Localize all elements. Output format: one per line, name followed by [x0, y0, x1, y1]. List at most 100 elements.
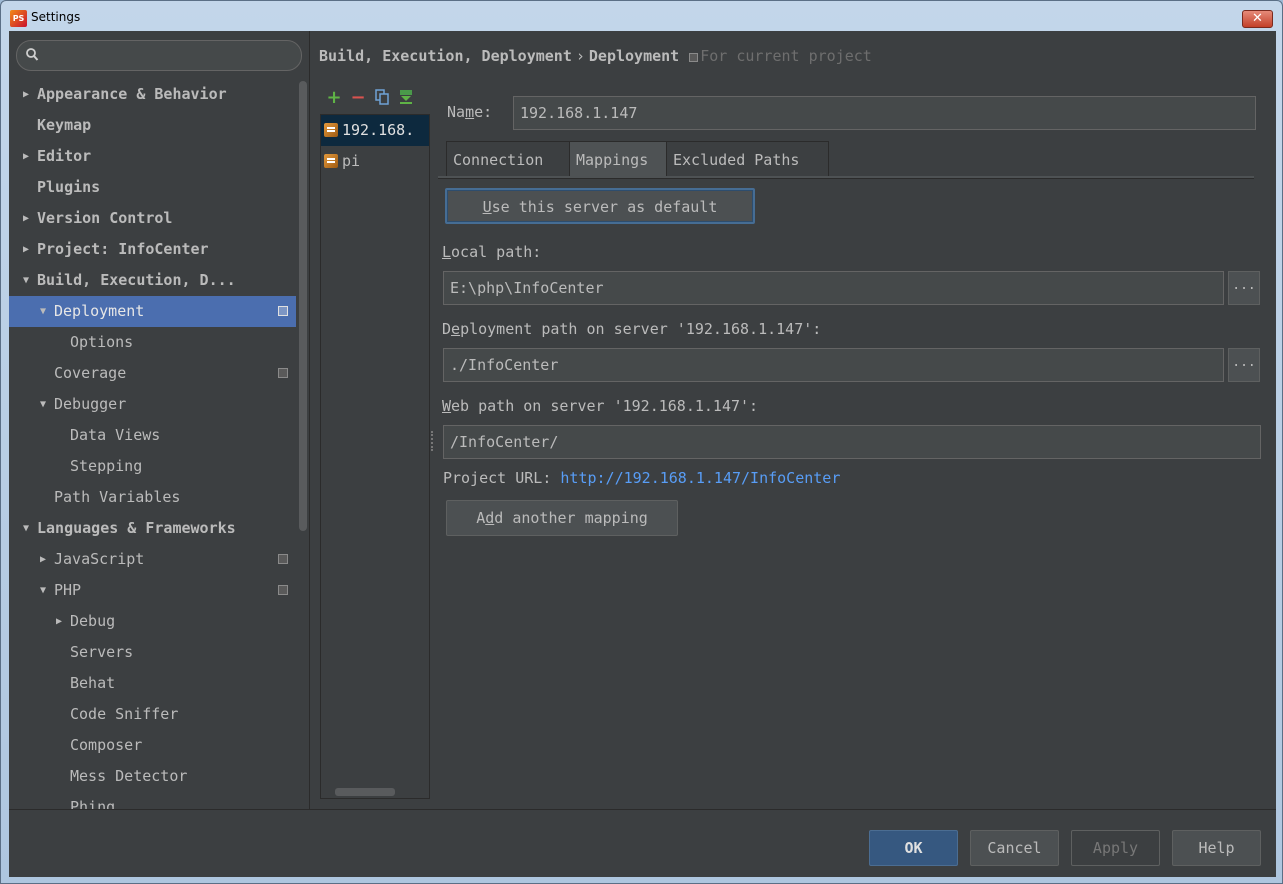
add-another-mapping-button[interactable]: Add another mapping: [446, 500, 678, 536]
sidebar-item-php[interactable]: ▼ PHP: [9, 575, 296, 606]
close-button[interactable]: ✕: [1242, 10, 1273, 28]
sidebar-item-label: Appearance & Behavior: [37, 85, 227, 103]
expand-arrow-right-icon[interactable]: ▶: [40, 544, 46, 575]
local-path-label: Local path:: [442, 243, 542, 261]
expand-arrow-right-icon[interactable]: ▶: [23, 141, 29, 172]
sidebar-item-version-control[interactable]: ▶ Version Control: [9, 203, 296, 234]
sidebar-item-label: Options: [70, 333, 134, 351]
sidebar-item-composer[interactable]: Composer: [9, 730, 296, 761]
sidebar-item-debugger[interactable]: ▼ Debugger: [9, 389, 296, 420]
sidebar-scrollbar-thumb[interactable]: [299, 81, 307, 531]
sidebar-item-mess-detector[interactable]: Mess Detector: [9, 761, 296, 792]
cancel-button[interactable]: Cancel: [970, 830, 1059, 866]
deployment-path-browse-button[interactable]: ...: [1228, 348, 1260, 382]
project-scope-icon: [278, 585, 288, 595]
server-name: 192.168.: [342, 121, 415, 139]
sidebar-item-label: JavaScript: [54, 550, 145, 568]
sidebar-item-debug[interactable]: ▶ Debug: [9, 606, 296, 637]
sidebar-item-stepping[interactable]: Stepping: [9, 451, 296, 482]
sidebar-item-behat[interactable]: Behat: [9, 668, 296, 699]
apply-button[interactable]: Apply: [1071, 830, 1160, 866]
sidebar-item-label: Code Sniffer: [70, 705, 179, 723]
project-url-label: Project URL:: [443, 469, 552, 487]
sidebar-item-label: Composer: [70, 736, 143, 754]
expand-arrow-right-icon[interactable]: ▶: [23, 79, 29, 110]
sidebar-item-code-sniffer[interactable]: Code Sniffer: [9, 699, 296, 730]
sidebar-item-data-views[interactable]: Data Views: [9, 420, 296, 451]
tab-mappings[interactable]: Mappings: [569, 141, 667, 177]
breadcrumb-parent: Build, Execution, Deployment: [319, 47, 572, 65]
title-bar: PS Settings ✕: [1, 1, 1282, 31]
sidebar-item-build-execution-d[interactable]: ▼ Build, Execution, D...: [9, 265, 296, 296]
project-url-link[interactable]: http://192.168.1.147/InfoCenter: [560, 469, 840, 487]
sidebar-item-languages-frameworks[interactable]: ▼ Languages & Frameworks: [9, 513, 296, 544]
sidebar-item-label: Keymap: [37, 116, 92, 134]
help-button[interactable]: Help: [1172, 830, 1261, 866]
set-default-icon: [400, 90, 412, 104]
set-default-server-button[interactable]: [397, 89, 415, 107]
remove-server-button[interactable]: −: [349, 89, 367, 107]
local-path-browse-button[interactable]: ...: [1228, 271, 1260, 305]
sidebar-item-label: Deployment: [54, 302, 145, 320]
copy-icon: [375, 89, 389, 105]
expand-arrow-down-icon[interactable]: ▼: [23, 265, 29, 296]
window-title: Settings: [31, 10, 81, 24]
sidebar-item-editor[interactable]: ▶ Editor: [9, 141, 296, 172]
sidebar-scrollbar[interactable]: [298, 76, 308, 809]
server-list: 192.168. pi: [320, 114, 430, 799]
expand-arrow-down-icon[interactable]: ▼: [40, 296, 46, 327]
search-input[interactable]: [16, 40, 302, 71]
sidebar-item-label: Debug: [70, 612, 116, 630]
sidebar-item-appearance-behavior[interactable]: ▶ Appearance & Behavior: [9, 79, 296, 110]
local-path-input[interactable]: E:\php\InfoCenter: [443, 271, 1224, 305]
expand-arrow-down-icon[interactable]: ▼: [40, 575, 46, 606]
sidebar-item-keymap[interactable]: Keymap: [9, 110, 296, 141]
web-path-label: Web path on server '192.168.1.147':: [442, 397, 759, 415]
sidebar-item-label: Path Variables: [54, 488, 181, 506]
phpstorm-app-icon: PS: [10, 10, 27, 27]
panel-splitter[interactable]: [431, 431, 435, 451]
ok-button[interactable]: OK: [869, 830, 958, 866]
tab-connection[interactable]: Connection: [446, 141, 570, 177]
sidebar-item-options[interactable]: Options: [9, 327, 296, 358]
deployment-path-input[interactable]: ./InfoCenter: [443, 348, 1224, 382]
expand-arrow-down-icon[interactable]: ▼: [40, 389, 46, 420]
sidebar-item-coverage[interactable]: Coverage: [9, 358, 296, 389]
use-server-as-default-button[interactable]: Use this server as default: [445, 188, 755, 224]
expand-arrow-down-icon[interactable]: ▼: [23, 513, 29, 544]
footer-divider: [9, 809, 1276, 810]
sidebar-item-servers[interactable]: Servers: [9, 637, 296, 668]
server-icon: [324, 154, 338, 168]
server-name-input[interactable]: 192.168.1.147: [513, 96, 1256, 130]
web-path-input[interactable]: /InfoCenter/: [443, 425, 1261, 459]
sidebar-item-phing[interactable]: Phing: [9, 792, 296, 809]
sidebar-item-project-infocenter[interactable]: ▶ Project: InfoCenter: [9, 234, 296, 265]
settings-sidebar: ▶ Appearance & Behavior Keymap ▶ Editor Plugi…: [9, 31, 309, 809]
sidebar-item-plugins[interactable]: Plugins: [9, 172, 296, 203]
expand-arrow-right-icon[interactable]: ▶: [23, 234, 29, 265]
name-label: Name:: [447, 103, 493, 121]
project-scope-icon: [278, 368, 288, 378]
breadcrumb-scope-hint: For current project: [700, 47, 872, 65]
add-server-button[interactable]: +: [325, 89, 343, 107]
sidebar-item-label: Phing: [70, 798, 116, 809]
server-list-scrollbar[interactable]: [335, 788, 395, 796]
sidebar-item-label: Build, Execution, D...: [37, 271, 236, 289]
tab-excluded-paths[interactable]: Excluded Paths: [666, 141, 829, 177]
server-list-item[interactable]: pi: [321, 146, 429, 177]
sidebar-item-label: Mess Detector: [70, 767, 188, 785]
project-url-row: Project URL: http://192.168.1.147/InfoCe…: [443, 467, 840, 489]
sidebar-item-javascript[interactable]: ▶ JavaScript: [9, 544, 296, 575]
copy-server-button[interactable]: [373, 89, 391, 107]
expand-arrow-right-icon[interactable]: ▶: [56, 606, 62, 637]
project-scope-icon: [278, 306, 288, 316]
sidebar-item-label: Behat: [70, 674, 116, 692]
sidebar-divider[interactable]: [309, 31, 310, 809]
expand-arrow-right-icon[interactable]: ▶: [23, 203, 29, 234]
server-list-item[interactable]: 192.168.: [321, 115, 429, 146]
sidebar-item-deployment[interactable]: ▼ Deployment: [9, 296, 296, 327]
search-icon: [26, 48, 39, 61]
sidebar-item-path-variables[interactable]: Path Variables: [9, 482, 296, 513]
settings-window: PS Settings ✕ ▶ Appearance & Behavior Keym…: [0, 0, 1283, 884]
settings-tree: ▶ Appearance & Behavior Keymap ▶ Editor Plugi…: [9, 79, 296, 809]
